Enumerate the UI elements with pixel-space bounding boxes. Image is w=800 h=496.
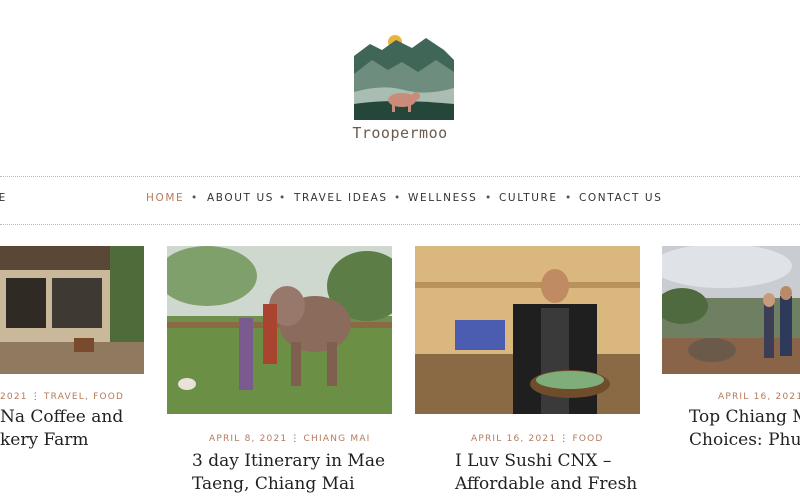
site-name[interactable]: Troopermoo <box>340 124 460 142</box>
post-meta: 2021 ⋮ TRAVEL, FOOD <box>0 392 125 402</box>
mountain-cow-icon <box>354 35 454 120</box>
nav-item-wellness[interactable]: WELLNESS <box>408 192 477 204</box>
post-date[interactable]: APRIL 8, 2021 <box>209 434 287 444</box>
post-title[interactable]: Na Coffee and kery Farm <box>0 406 123 452</box>
nav-item-partial[interactable]: ME <box>0 192 7 204</box>
nav-separator: • <box>191 192 199 204</box>
post-meta: APRIL 8, 2021 ⋮ CHIANG MAI <box>209 434 371 444</box>
post-meta: APRIL 16, 2021⋮ <box>718 392 800 402</box>
post-category[interactable]: FOOD <box>572 434 603 444</box>
nav-top-rule <box>0 176 800 177</box>
nav-item-contact-us[interactable]: CONTACT US <box>579 192 662 204</box>
nav-item-home[interactable]: HOME <box>146 192 184 204</box>
cafe-photo <box>0 246 144 374</box>
post-date[interactable]: APRIL 16, 2021 <box>471 434 556 444</box>
post-title-line: Taeng, Chiang Mai <box>192 474 355 494</box>
post-meta: APRIL 16, 2021 ⋮ FOOD <box>471 434 604 444</box>
post-title-line: kery Farm <box>0 430 89 450</box>
nav-item-culture[interactable]: CULTURE <box>499 192 558 204</box>
nav-separator: • <box>485 192 493 204</box>
elephant-photo <box>167 246 392 414</box>
meta-separator: ⋮ <box>30 392 41 402</box>
post-title-line: Na Coffee and <box>0 407 124 427</box>
post-category[interactable]: CHIANG MAI <box>304 434 371 444</box>
post-title[interactable]: I Luv Sushi CNX – Affordable and Fresh <box>455 450 637 496</box>
viewpoint-photo <box>662 246 800 374</box>
post-image-sushi-chef[interactable] <box>415 246 640 414</box>
post-title-line: Top Chiang M <box>689 407 800 427</box>
post-date[interactable]: 2021 <box>0 392 28 402</box>
post-category[interactable]: TRAVEL <box>44 392 85 402</box>
post-image-coffee-farm[interactable] <box>0 246 144 374</box>
main-nav: ME HOME • ABOUT US • TRAVEL IDEAS • WELL… <box>0 192 800 208</box>
post-date[interactable]: APRIL 16, 2021 <box>718 392 800 402</box>
nav-bottom-rule <box>0 224 800 225</box>
post-image-viewpoint[interactable] <box>662 246 800 374</box>
nav-item-travel-ideas[interactable]: TRAVEL IDEAS <box>294 192 388 204</box>
post-title-line: Choices: Phuf <box>689 430 800 450</box>
post-image-elephant[interactable] <box>167 246 392 414</box>
post-category[interactable]: FOOD <box>93 392 124 402</box>
nav-item-about-us[interactable]: ABOUT US <box>207 192 274 204</box>
post-title[interactable]: Top Chiang M Choices: Phuf <box>689 406 800 452</box>
meta-separator: ⋮ <box>290 434 301 444</box>
meta-separator: ⋮ <box>559 434 570 444</box>
chef-photo <box>415 246 640 414</box>
post-title[interactable]: 3 day Itinerary in Mae Taeng, Chiang Mai <box>192 450 385 496</box>
post-title-line: I Luv Sushi CNX – <box>455 451 612 471</box>
nav-separator: • <box>279 192 287 204</box>
post-title-line: 3 day Itinerary in Mae <box>192 451 386 471</box>
post-title-line: Affordable and Fresh <box>455 474 638 494</box>
nav-separator: • <box>394 192 402 204</box>
nav-separator: • <box>565 192 573 204</box>
